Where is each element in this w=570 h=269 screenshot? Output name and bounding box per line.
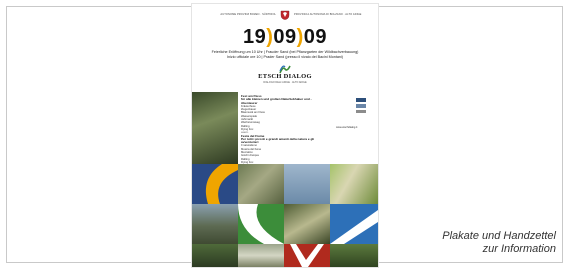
logo-wordmark: ETSCH DIALOG [258, 73, 312, 80]
logo-subtitle: DIALOGO DELL'ADIGE · ALTO ADIGE [263, 81, 307, 84]
eagle-crest-icon [280, 10, 290, 20]
poster-url: www.etschdialog.it [336, 126, 358, 129]
event-info-panel: Fest am Fluss für alle kleinen und große… [238, 92, 378, 167]
photo-tile [330, 164, 378, 204]
photo-tile [192, 164, 238, 204]
photo-tile [238, 244, 284, 267]
caption-line2: zur Information [482, 243, 556, 255]
photo-tile [284, 164, 330, 204]
date-day: 19 [242, 26, 267, 48]
photo-tile [192, 92, 238, 164]
stripe-graphic-icon [330, 210, 378, 244]
poster: AUTONOME PROVINZ BOZEN · SÜDTIROL PROVIN… [192, 4, 378, 267]
photo-tile [192, 244, 238, 267]
photo-tile [330, 204, 378, 244]
check-graphic-icon [290, 244, 324, 267]
sponsor-logos [330, 98, 374, 115]
photo-tile [284, 204, 330, 244]
photo-grid: Fest am Fluss für alle kleinen und große… [192, 92, 378, 267]
slide-caption: Plakate und Handzettel zur Information [442, 230, 556, 256]
photo-tile [238, 164, 284, 204]
poster-date: 19)09)09 [192, 26, 378, 49]
sponsor-logo [356, 104, 366, 108]
poster-header: AUTONOME PROVINZ BOZEN · SÜDTIROL PROVIN… [192, 10, 378, 20]
river-graphic-icon [205, 164, 238, 204]
photo-tile [238, 204, 284, 244]
event-info-text: Fest am Fluss für alle kleinen und große… [241, 94, 327, 168]
caption-line1: Plakate und Handzettel [442, 230, 556, 242]
sponsor-logo [356, 98, 366, 102]
photo-tile [330, 244, 378, 267]
header-right-text: PROVINCIA AUTONOMA DI BOLZANO · ALTO ADI… [294, 13, 362, 16]
header-left-text: AUTONOME PROVINZ BOZEN · SÜDTIROL [220, 13, 276, 16]
etsch-dialog-logo: ETSCH DIALOG DIALOGO DELL'ADIGE · ALTO A… [255, 65, 315, 87]
date-separator: ) [296, 26, 304, 48]
subtitle-it: Inizio ufficiale ore 10 | Prader Sand (p… [226, 55, 344, 59]
fest-subtitle-de: für alle kleinen und großen Naturliebhab… [241, 97, 312, 105]
date-month: 09 [273, 26, 297, 48]
wave-graphic-icon [238, 204, 284, 244]
sponsor-logo [356, 110, 366, 113]
photo-tile [192, 204, 238, 244]
subtitle-de: Feierliche Eröffnung um 10 Uhr | Frauder… [211, 50, 359, 54]
date-year: 09 [303, 26, 328, 48]
photo-tile [284, 244, 330, 267]
